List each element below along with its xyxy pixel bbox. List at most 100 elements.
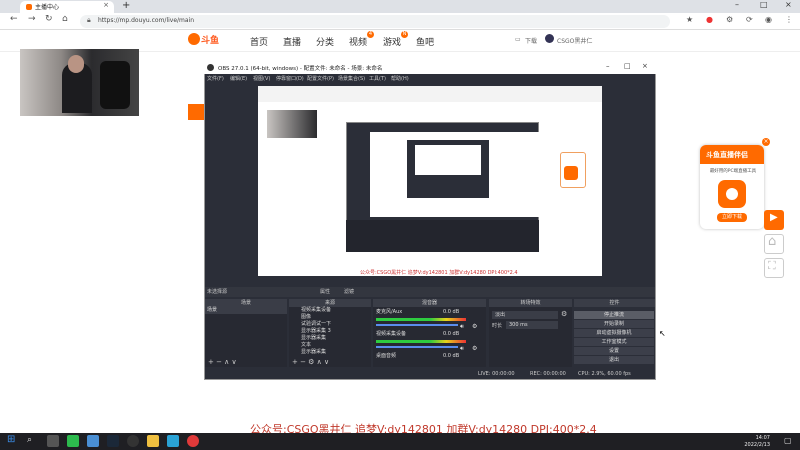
douyu-taskbar-icon[interactable] xyxy=(187,435,199,447)
promo-close-icon[interactable]: × xyxy=(762,138,770,146)
obs-maximize-icon[interactable]: □ xyxy=(624,62,631,70)
profile-icon[interactable]: ◉ xyxy=(765,15,772,24)
source-item[interactable]: 文本 xyxy=(289,342,371,349)
star-icon[interactable]: ★ xyxy=(686,15,693,24)
file-explorer-icon[interactable] xyxy=(147,435,159,447)
live-status: LIVE: 00:00:00 xyxy=(478,371,515,377)
speaker-icon[interactable]: 🔊︎ xyxy=(460,345,464,353)
transition-select[interactable]: 淡出 xyxy=(492,311,558,319)
browser-tab-bar xyxy=(0,0,800,13)
extensions-puzzle-icon[interactable]: ⚙ xyxy=(726,15,733,24)
gear-icon[interactable]: ⚙ xyxy=(472,345,477,352)
properties-button[interactable]: 属性 xyxy=(320,288,330,295)
nav-home[interactable]: 首页 xyxy=(250,35,268,48)
nav-category[interactable]: 分类 xyxy=(316,35,334,48)
nav-fishbar[interactable]: 鱼吧 xyxy=(416,35,434,48)
sync-icon[interactable]: ⟳ xyxy=(746,15,753,24)
reload-icon[interactable]: ↻ xyxy=(45,14,53,24)
source-item[interactable]: 视频采集设备 xyxy=(289,307,371,314)
tab-title: 主播中心 xyxy=(35,4,60,11)
transition-gear-icon[interactable]: ⚙ xyxy=(561,310,567,318)
download-icon[interactable]: ▭ xyxy=(515,36,521,43)
preview-obs-docks xyxy=(346,220,539,252)
app-icon[interactable] xyxy=(87,435,99,447)
studio-mode-button[interactable]: 工作室模式 xyxy=(574,338,654,346)
close-tab-icon[interactable]: × xyxy=(103,1,109,9)
virtual-camera-button[interactable]: 启动虚拟摄像机 xyxy=(574,329,654,337)
preview-nested-preview xyxy=(415,145,481,175)
exit-button[interactable]: 退出 xyxy=(574,356,654,364)
nav-live[interactable]: 直播 xyxy=(283,35,301,48)
filters-button[interactable]: 滤镜 xyxy=(344,288,354,295)
obs-menu-help[interactable]: 帮助(H) xyxy=(391,75,409,82)
stop-streaming-button[interactable]: 停止推流 xyxy=(574,311,654,319)
promo-subtitle: 最好用的PC端直播工具 xyxy=(709,169,757,174)
obs-menu-scene-collection[interactable]: 场景集合(S) xyxy=(338,75,365,82)
lock-icon: 🔒︎ xyxy=(87,16,91,24)
add-scene-icon[interactable]: + − ∧ ∨ xyxy=(208,358,237,366)
new-tab-icon[interactable]: + xyxy=(122,0,130,11)
start-recording-button[interactable]: 开始录制 xyxy=(574,320,654,328)
wechat-icon[interactable] xyxy=(67,435,79,447)
extension-icon[interactable]: ● xyxy=(706,15,713,24)
source-item[interactable]: 显示器采集 3 xyxy=(289,328,371,335)
duration-input[interactable]: 300 ms xyxy=(506,321,558,329)
douyu-companion-logo xyxy=(718,180,746,208)
menu-icon[interactable]: ⋮ xyxy=(785,15,793,24)
mixer-channel-name: 桌面音频 xyxy=(376,353,397,359)
search-icon[interactable]: ⌕ xyxy=(27,435,39,447)
back-icon[interactable]: ← xyxy=(10,14,18,24)
username[interactable]: CSGO黑井仁 xyxy=(557,36,592,45)
chair-shape xyxy=(100,61,130,109)
scene-item[interactable]: 场景 xyxy=(205,307,287,314)
minimize-icon[interactable]: – xyxy=(735,0,739,9)
task-view-icon[interactable] xyxy=(47,435,59,447)
obs-menu-view[interactable]: 视图(V) xyxy=(253,75,270,82)
add-source-icon[interactable]: + − ⚙ ∧ ∨ xyxy=(292,358,329,366)
video-badge: 4 xyxy=(367,31,374,38)
close-window-icon[interactable]: × xyxy=(785,0,792,9)
preview-browser-nav xyxy=(258,86,602,102)
obs-menu-profile[interactable]: 配置文件(P) xyxy=(307,75,334,82)
edge-icon[interactable] xyxy=(167,435,179,447)
notifications-icon[interactable]: ▢ xyxy=(784,436,792,445)
forward-icon[interactable]: → xyxy=(28,14,36,24)
obs-menu-file[interactable]: 文件(F) xyxy=(207,75,224,82)
download-now-button[interactable]: 立即下载 xyxy=(717,213,747,222)
obs-menu-tools[interactable]: 工具(T) xyxy=(369,75,386,82)
obs-taskbar-icon[interactable] xyxy=(127,435,139,447)
home-icon[interactable]: ⌂ xyxy=(62,14,68,24)
obs-menu-docks[interactable]: 停靠窗口(D) xyxy=(276,75,304,82)
webcam-overlay xyxy=(20,49,139,116)
logo-text: 斗鱼 xyxy=(201,36,220,46)
download-link[interactable]: 下载 xyxy=(525,36,537,45)
source-item[interactable]: 显示器采集 xyxy=(289,349,371,356)
browser-tab[interactable]: 主播中心 × xyxy=(20,1,114,13)
avatar[interactable] xyxy=(545,34,554,43)
speaker-icon[interactable]: 🔊︎ xyxy=(460,323,464,331)
douyu-favicon-icon xyxy=(26,4,32,10)
promo-title: 斗鱼直播伴侣 xyxy=(706,151,748,159)
address-bar[interactable]: 🔒︎ https://mp.douyu.com/live/main xyxy=(80,15,670,28)
source-item[interactable]: 试验调试一下 xyxy=(289,321,371,328)
steam-icon[interactable] xyxy=(107,435,119,447)
mixer-channel-name: 视频采集设备 xyxy=(376,331,407,337)
rec-status: REC: 00:00:00 xyxy=(530,371,566,377)
nav-games[interactable]: 游戏 xyxy=(383,35,401,48)
source-item[interactable]: 显示器采集 xyxy=(289,335,371,342)
mixer-volume-slider[interactable] xyxy=(376,324,458,326)
mixer-volume-slider[interactable] xyxy=(376,346,458,348)
nav-video[interactable]: 视频 xyxy=(349,35,367,48)
maximize-icon[interactable]: □ xyxy=(760,0,768,9)
url-text: https://mp.douyu.com/live/main xyxy=(98,17,195,24)
scenes-dock-title: 场景 xyxy=(205,299,287,307)
douyu-logo[interactable]: 斗鱼 xyxy=(188,32,224,48)
mixer-channel-name: 麦克风/Aux xyxy=(376,309,403,315)
obs-close-icon[interactable]: × xyxy=(642,62,648,70)
source-item[interactable]: 图像 xyxy=(289,314,371,321)
obs-minimize-icon[interactable]: – xyxy=(606,62,610,70)
obs-menu-edit[interactable]: 编辑(E) xyxy=(230,75,247,82)
windows-start-icon[interactable]: ⊞ xyxy=(7,434,15,445)
gear-icon[interactable]: ⚙ xyxy=(472,323,477,330)
settings-button[interactable]: 设置 xyxy=(574,347,654,355)
